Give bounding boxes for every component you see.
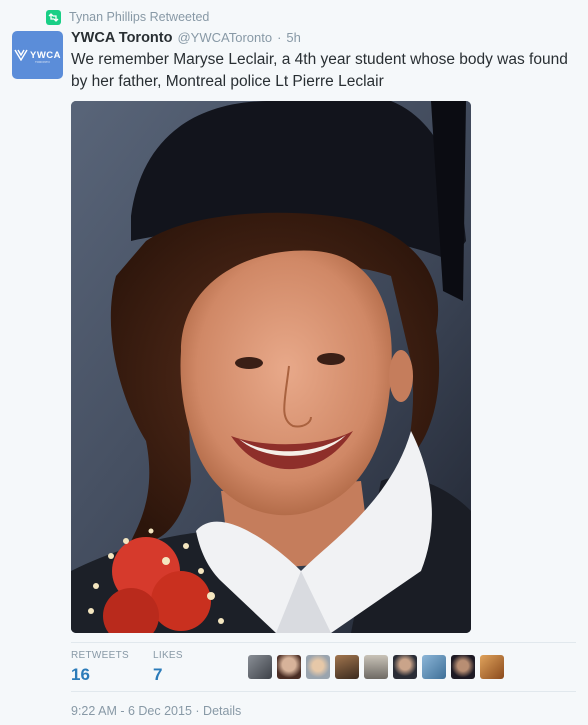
stats-divider xyxy=(71,642,576,643)
tweet-footer: 9:22 AM - 6 Dec 2015 · Details xyxy=(71,704,241,718)
avatar-logo-text: YWCA xyxy=(29,49,62,61)
likes-stat[interactable]: LIKES 7 xyxy=(153,650,183,685)
tweet-header: YWCA Toronto @YWCAToronto · 5h xyxy=(71,30,301,48)
avatar-logo-subtext: TORONTO xyxy=(35,60,50,64)
details-link[interactable]: Details xyxy=(203,704,241,718)
tweet-photo[interactable] xyxy=(71,101,471,633)
retweets-stat[interactable]: RETWEETS 16 xyxy=(71,650,129,685)
author-avatar[interactable]: YWCA TORONTO xyxy=(12,31,63,79)
tweet-timestamp[interactable]: 9:22 AM - 6 Dec 2015 xyxy=(71,704,192,718)
tweet-text: We remember Maryse Leclair, a 4th year s… xyxy=(71,51,568,90)
liker-avatar-4[interactable] xyxy=(335,655,359,679)
retweets-count: 16 xyxy=(71,665,90,684)
header-separator: · xyxy=(277,30,282,45)
likes-count: 7 xyxy=(153,665,163,684)
liker-avatar-9[interactable] xyxy=(480,655,504,679)
retweet-context-text: Tynan Phillips Retweeted xyxy=(69,10,210,24)
liker-avatar-1[interactable] xyxy=(248,655,272,679)
author-handle[interactable]: @YWCAToronto xyxy=(177,30,272,45)
ywca-logo-icon xyxy=(14,49,28,61)
liker-avatar-2[interactable] xyxy=(277,655,301,679)
liker-avatars xyxy=(248,655,504,679)
retweet-context[interactable]: Tynan Phillips Retweeted xyxy=(46,9,209,25)
likes-label: LIKES xyxy=(153,650,183,661)
liker-avatar-6[interactable] xyxy=(393,655,417,679)
retweets-label: RETWEETS xyxy=(71,650,129,661)
retweet-icon xyxy=(46,9,61,25)
footer-separator: · xyxy=(195,704,200,718)
tweet-time[interactable]: 5h xyxy=(286,30,300,45)
liker-avatar-5[interactable] xyxy=(364,655,388,679)
tweet: Tynan Phillips Retweeted YWCA TORONTO YW… xyxy=(0,0,588,725)
liker-avatar-3[interactable] xyxy=(306,655,330,679)
footer-divider xyxy=(71,691,576,692)
liker-avatar-7[interactable] xyxy=(422,655,446,679)
author-name[interactable]: YWCA Toronto xyxy=(71,30,172,46)
liker-avatar-8[interactable] xyxy=(451,655,475,679)
